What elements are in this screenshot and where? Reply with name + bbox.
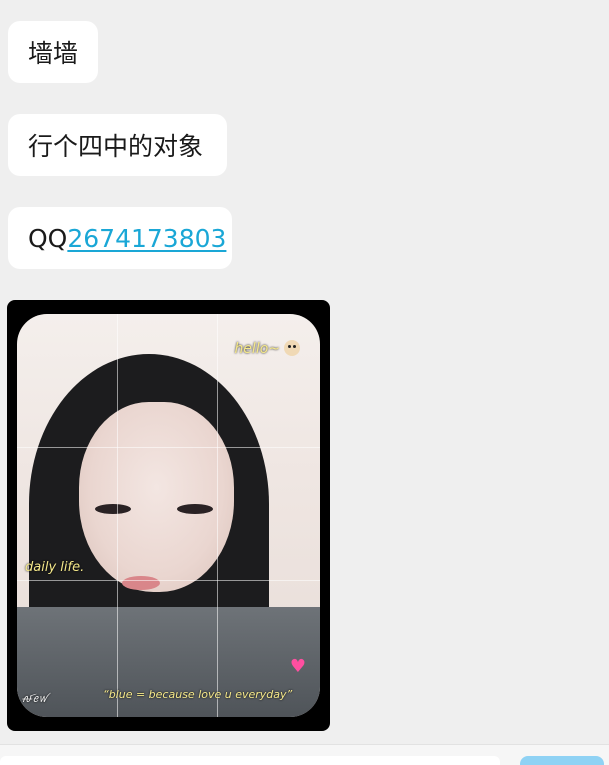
caption-text: “blue = because love u everyday”	[103, 688, 293, 701]
photo-face	[79, 402, 234, 592]
photo-lips	[122, 576, 160, 590]
image-message[interactable]: hello~ daily life. “blue = because love …	[7, 300, 330, 731]
grid-line	[17, 579, 320, 581]
message-bubble[interactable]: QQ 2674173803	[8, 207, 232, 269]
message-text: 行个四中的对象	[28, 132, 204, 161]
message-text: 墙墙	[28, 39, 79, 68]
send-button[interactable]	[520, 756, 604, 765]
heart-emoji-icon: ♥	[289, 656, 306, 677]
selfie-photo: hello~ daily life. “blue = because love …	[17, 314, 320, 717]
hello-sticker-text: hello~	[234, 340, 300, 357]
dog-emoji-icon	[284, 340, 300, 356]
grid-line	[17, 446, 320, 448]
daily-life-text: daily life.	[25, 560, 85, 575]
photo-eye-left	[95, 504, 131, 514]
grid-line	[216, 314, 218, 717]
photo-eye-right	[177, 504, 213, 514]
hello-text: hello~	[234, 341, 280, 357]
corner-signature-text: ꫛꫀꪝ	[21, 692, 48, 705]
message-bubble[interactable]: 墙墙	[8, 21, 98, 83]
message-input[interactable]	[0, 756, 500, 765]
chat-window: 墙墙 行个四中的对象 QQ 2674173803 hello~ daily lif…	[0, 0, 609, 765]
qq-number-link[interactable]: 2674173803	[67, 224, 226, 253]
qq-prefix: QQ	[28, 223, 68, 253]
message-bubble[interactable]: 行个四中的对象	[8, 114, 227, 176]
grid-line	[116, 314, 118, 717]
